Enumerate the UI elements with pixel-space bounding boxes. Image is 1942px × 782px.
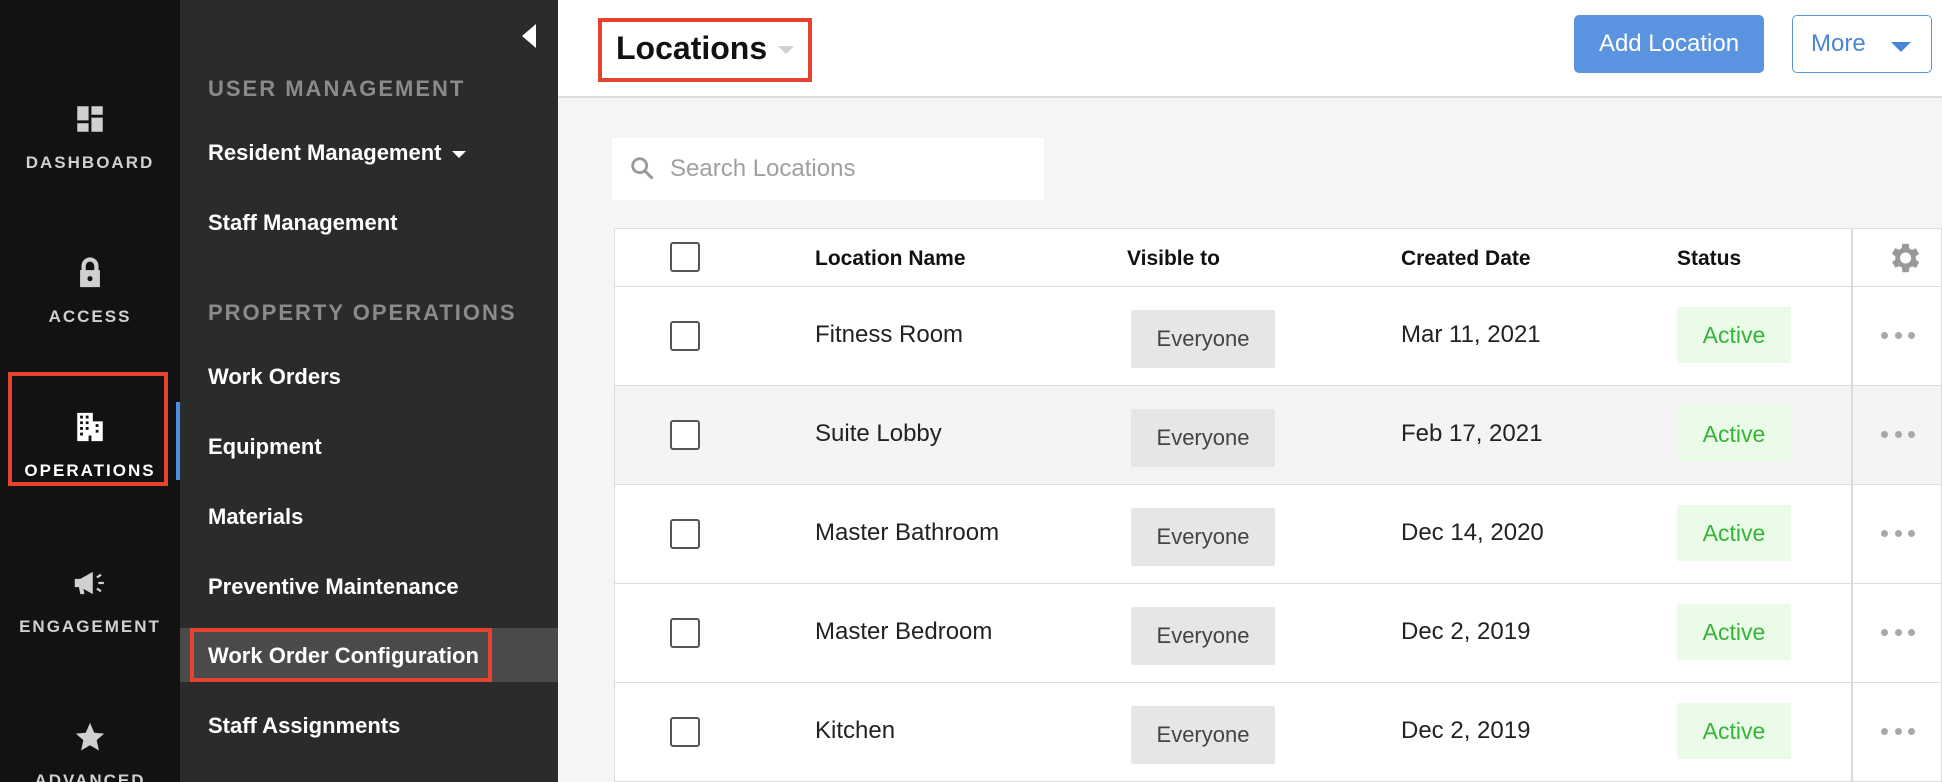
more-options-icon[interactable] <box>1881 622 1915 642</box>
more-button[interactable]: More <box>1792 15 1932 73</box>
created-date: Dec 14, 2020 <box>1401 519 1544 546</box>
column-divider <box>1851 229 1853 286</box>
icon-rail: DASHBOARD ACCESS OPERATIONS ENGAGEMENT A… <box>0 0 180 782</box>
created-date: Dec 2, 2019 <box>1401 618 1531 645</box>
more-options-icon[interactable] <box>1881 424 1915 444</box>
star-icon <box>72 719 108 755</box>
chevron-down-icon <box>1891 42 1911 52</box>
secondary-nav: USER MANAGEMENT Resident Management Staf… <box>180 0 558 782</box>
location-name[interactable]: Suite Lobby <box>815 420 942 448</box>
chevron-down-icon[interactable] <box>778 46 794 54</box>
table-header: Location Name Visible to Created Date St… <box>615 229 1941 287</box>
column-divider <box>1851 683 1853 781</box>
page-title[interactable]: Locations <box>616 30 767 67</box>
rail-item-label: OPERATIONS <box>24 461 156 480</box>
top-bar: Locations Add Location More <box>558 0 1942 98</box>
location-name[interactable]: Kitchen <box>815 717 895 745</box>
location-name[interactable]: Master Bedroom <box>815 618 992 646</box>
locations-table: Location Name Visible to Created Date St… <box>614 228 1942 782</box>
nav-work-order-configuration[interactable]: Work Order Configuration <box>208 643 479 669</box>
column-header-location-name[interactable]: Location Name <box>815 247 966 271</box>
chevron-down-icon <box>451 150 466 158</box>
section-heading-user-management: USER MANAGEMENT <box>208 76 466 101</box>
status-badge: Active <box>1677 703 1791 759</box>
nav-staff-management[interactable]: Staff Management <box>208 210 397 236</box>
column-divider <box>1851 287 1853 385</box>
nav-work-orders[interactable]: Work Orders <box>208 364 341 390</box>
row-checkbox[interactable] <box>670 618 700 648</box>
dashboard-icon <box>72 101 108 137</box>
row-checkbox[interactable] <box>670 717 700 747</box>
status-badge: Active <box>1677 406 1791 462</box>
created-date: Mar 11, 2021 <box>1401 321 1541 348</box>
column-divider <box>1851 386 1853 484</box>
select-all-checkbox[interactable] <box>670 242 700 272</box>
search-input[interactable] <box>670 155 1010 183</box>
visibility-badge: Everyone <box>1131 508 1275 566</box>
row-checkbox[interactable] <box>670 519 700 549</box>
column-divider <box>1851 584 1853 682</box>
row-checkbox[interactable] <box>670 321 700 351</box>
table-row[interactable]: Master Bedroom Everyone Dec 2, 2019 Acti… <box>615 584 1941 683</box>
more-options-icon[interactable] <box>1881 325 1915 345</box>
visibility-badge: Everyone <box>1131 607 1275 665</box>
rail-item-engagement[interactable]: ENGAGEMENT <box>0 536 180 666</box>
visibility-badge: Everyone <box>1131 310 1275 368</box>
status-badge: Active <box>1677 604 1791 660</box>
lock-icon <box>72 255 108 291</box>
row-checkbox[interactable] <box>670 420 700 450</box>
more-button-label: More <box>1811 30 1866 57</box>
column-header-visible-to[interactable]: Visible to <box>1127 247 1220 271</box>
rail-item-access[interactable]: ACCESS <box>0 226 180 356</box>
table-row[interactable]: Suite Lobby Everyone Feb 17, 2021 Active <box>615 386 1941 485</box>
section-heading-property-operations: PROPERTY OPERATIONS <box>208 300 517 325</box>
nav-preventive-maintenance[interactable]: Preventive Maintenance <box>208 574 459 600</box>
rail-item-label: ENGAGEMENT <box>19 617 161 636</box>
search-icon <box>628 154 658 184</box>
table-row[interactable]: Kitchen Everyone Dec 2, 2019 Active <box>615 683 1941 782</box>
main-content: Locations Add Location More Location Nam… <box>558 0 1942 782</box>
column-header-created-date[interactable]: Created Date <box>1401 247 1531 271</box>
created-date: Feb 17, 2021 <box>1401 420 1543 447</box>
nav-label: Resident Management <box>208 140 442 165</box>
nav-resident-management[interactable]: Resident Management <box>208 140 466 166</box>
rail-item-label: ADVANCED <box>34 771 146 782</box>
nav-equipment[interactable]: Equipment <box>208 434 322 460</box>
location-name[interactable]: Fitness Room <box>815 321 963 349</box>
building-icon <box>72 409 108 445</box>
status-badge: Active <box>1677 505 1791 561</box>
search-box[interactable] <box>612 138 1044 200</box>
rail-item-label: ACCESS <box>48 307 132 326</box>
nav-materials[interactable]: Materials <box>208 504 303 530</box>
gear-icon[interactable] <box>1885 239 1923 277</box>
rail-item-dashboard[interactable]: DASHBOARD <box>0 72 180 202</box>
rail-item-advanced[interactable]: ADVANCED <box>0 690 180 782</box>
add-location-button[interactable]: Add Location <box>1574 15 1764 73</box>
visibility-badge: Everyone <box>1131 409 1275 467</box>
collapse-nav-icon[interactable] <box>518 22 538 50</box>
rail-item-operations[interactable]: OPERATIONS <box>0 380 180 510</box>
rail-item-label: DASHBOARD <box>25 153 155 172</box>
column-divider <box>1851 485 1853 583</box>
megaphone-icon <box>72 565 108 601</box>
visibility-badge: Everyone <box>1131 706 1275 764</box>
more-options-icon[interactable] <box>1881 721 1915 741</box>
column-header-status[interactable]: Status <box>1677 247 1741 271</box>
more-options-icon[interactable] <box>1881 523 1915 543</box>
created-date: Dec 2, 2019 <box>1401 717 1531 744</box>
table-row[interactable]: Master Bathroom Everyone Dec 14, 2020 Ac… <box>615 485 1941 584</box>
location-name[interactable]: Master Bathroom <box>815 519 999 547</box>
table-row[interactable]: Fitness Room Everyone Mar 11, 2021 Activ… <box>615 287 1941 386</box>
status-badge: Active <box>1677 307 1791 363</box>
nav-staff-assignments[interactable]: Staff Assignments <box>208 713 400 739</box>
